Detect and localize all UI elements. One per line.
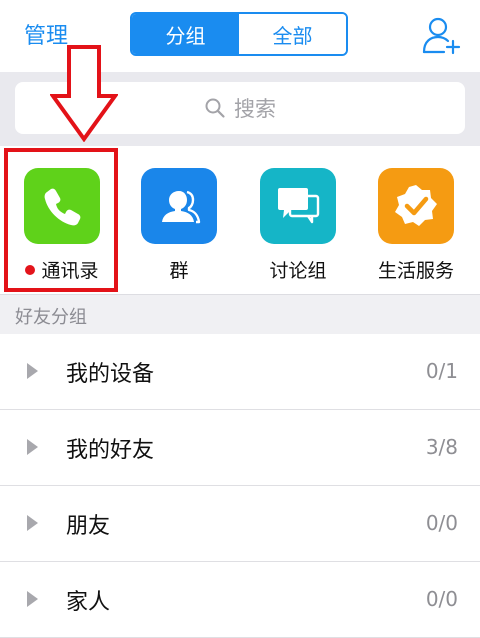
discussion-entry[interactable]: 讨论组 xyxy=(260,168,336,282)
expand-triangle-icon xyxy=(27,591,38,607)
section-title: 好友分组 xyxy=(15,307,87,328)
expand-triangle-icon xyxy=(27,363,38,379)
groups-entry[interactable]: 群 xyxy=(141,168,217,282)
tab-all[interactable]: 全部 xyxy=(239,14,346,54)
tab-grouped[interactable]: 分组 xyxy=(132,14,239,54)
search-placeholder: 搜索 xyxy=(234,97,276,121)
add-contact-icon[interactable] xyxy=(420,14,464,58)
group-name: 我的好友 xyxy=(66,438,155,463)
expand-triangle-icon xyxy=(27,515,38,531)
groups-label: 群 xyxy=(169,260,189,282)
search-icon xyxy=(205,98,225,118)
group-icon xyxy=(141,168,217,244)
expand-triangle-icon xyxy=(27,439,38,455)
group-count: 3/8 xyxy=(425,435,458,459)
chat-bubbles-icon xyxy=(260,168,336,244)
life-services-label: 生活服务 xyxy=(377,260,454,282)
group-name: 朋友 xyxy=(66,514,111,539)
group-count: 0/1 xyxy=(425,359,458,383)
highlight-box xyxy=(4,148,118,292)
group-row[interactable]: 我的好友 3/8 xyxy=(0,410,480,486)
badge-check-icon xyxy=(378,168,454,244)
section-header: 好友分组 xyxy=(0,294,480,334)
group-list: 我的设备 0/1 我的好友 3/8 朋友 0/0 家人 0/0 xyxy=(0,334,480,638)
group-name: 家人 xyxy=(66,590,111,615)
life-services-entry[interactable]: 生活服务 xyxy=(378,168,454,282)
segmented-control: 分组 全部 xyxy=(130,12,348,56)
group-row[interactable]: 朋友 0/0 xyxy=(0,486,480,562)
discussion-label: 讨论组 xyxy=(269,260,327,282)
group-row[interactable]: 我的设备 0/1 xyxy=(0,334,480,410)
group-count: 0/0 xyxy=(425,511,458,535)
group-name: 我的设备 xyxy=(66,362,155,387)
down-arrow-icon xyxy=(50,45,118,142)
group-count: 0/0 xyxy=(425,587,458,611)
group-row[interactable]: 家人 0/0 xyxy=(0,562,480,638)
